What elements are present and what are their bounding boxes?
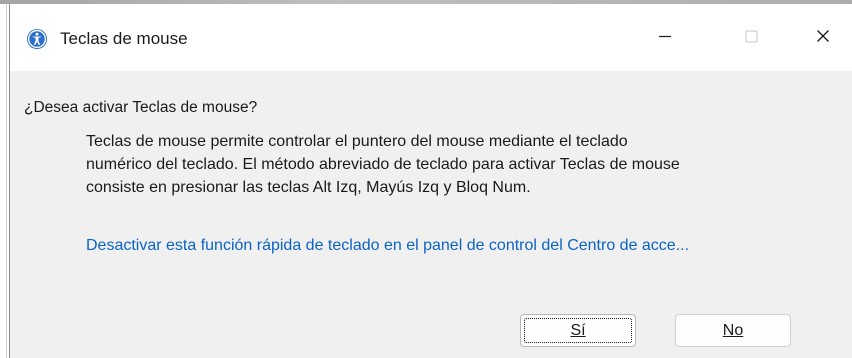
- disable-shortcut-link[interactable]: Desactivar esta función rápida de teclad…: [86, 236, 689, 256]
- maximize-button: [722, 14, 780, 62]
- title-bar[interactable]: Teclas de mouse: [10, 4, 852, 71]
- description-line: Teclas de mouse permite controlar el pun…: [86, 133, 628, 150]
- dialog-content: ¿Desea activar Teclas de mouse? Teclas d…: [10, 71, 852, 358]
- maximize-icon: [743, 28, 759, 49]
- screen: Teclas de mouse ¿Desea activar Teclas de…: [0, 0, 852, 358]
- minimize-icon: [657, 28, 673, 49]
- accessibility-icon: [26, 28, 48, 50]
- description-line: consiste en presionar las teclas Alt Izq…: [86, 179, 531, 196]
- description-line: numérico del teclado. El método abreviad…: [86, 156, 680, 173]
- background-window-left: [0, 4, 9, 358]
- no-button-label: No: [722, 321, 744, 339]
- window-title: Teclas de mouse: [60, 29, 188, 48]
- no-button[interactable]: No: [675, 314, 791, 347]
- mouse-keys-dialog: Teclas de mouse ¿Desea activar Teclas de…: [9, 4, 852, 358]
- dialog-question: ¿Desea activar Teclas de mouse?: [24, 99, 258, 116]
- yes-button[interactable]: Sí: [520, 314, 636, 347]
- close-button[interactable]: [794, 14, 852, 62]
- yes-button-label: Sí: [570, 321, 586, 339]
- dialog-description: Teclas de mouse permite controlar el pun…: [86, 130, 846, 199]
- minimize-button[interactable]: [636, 14, 694, 62]
- close-icon: [815, 28, 831, 49]
